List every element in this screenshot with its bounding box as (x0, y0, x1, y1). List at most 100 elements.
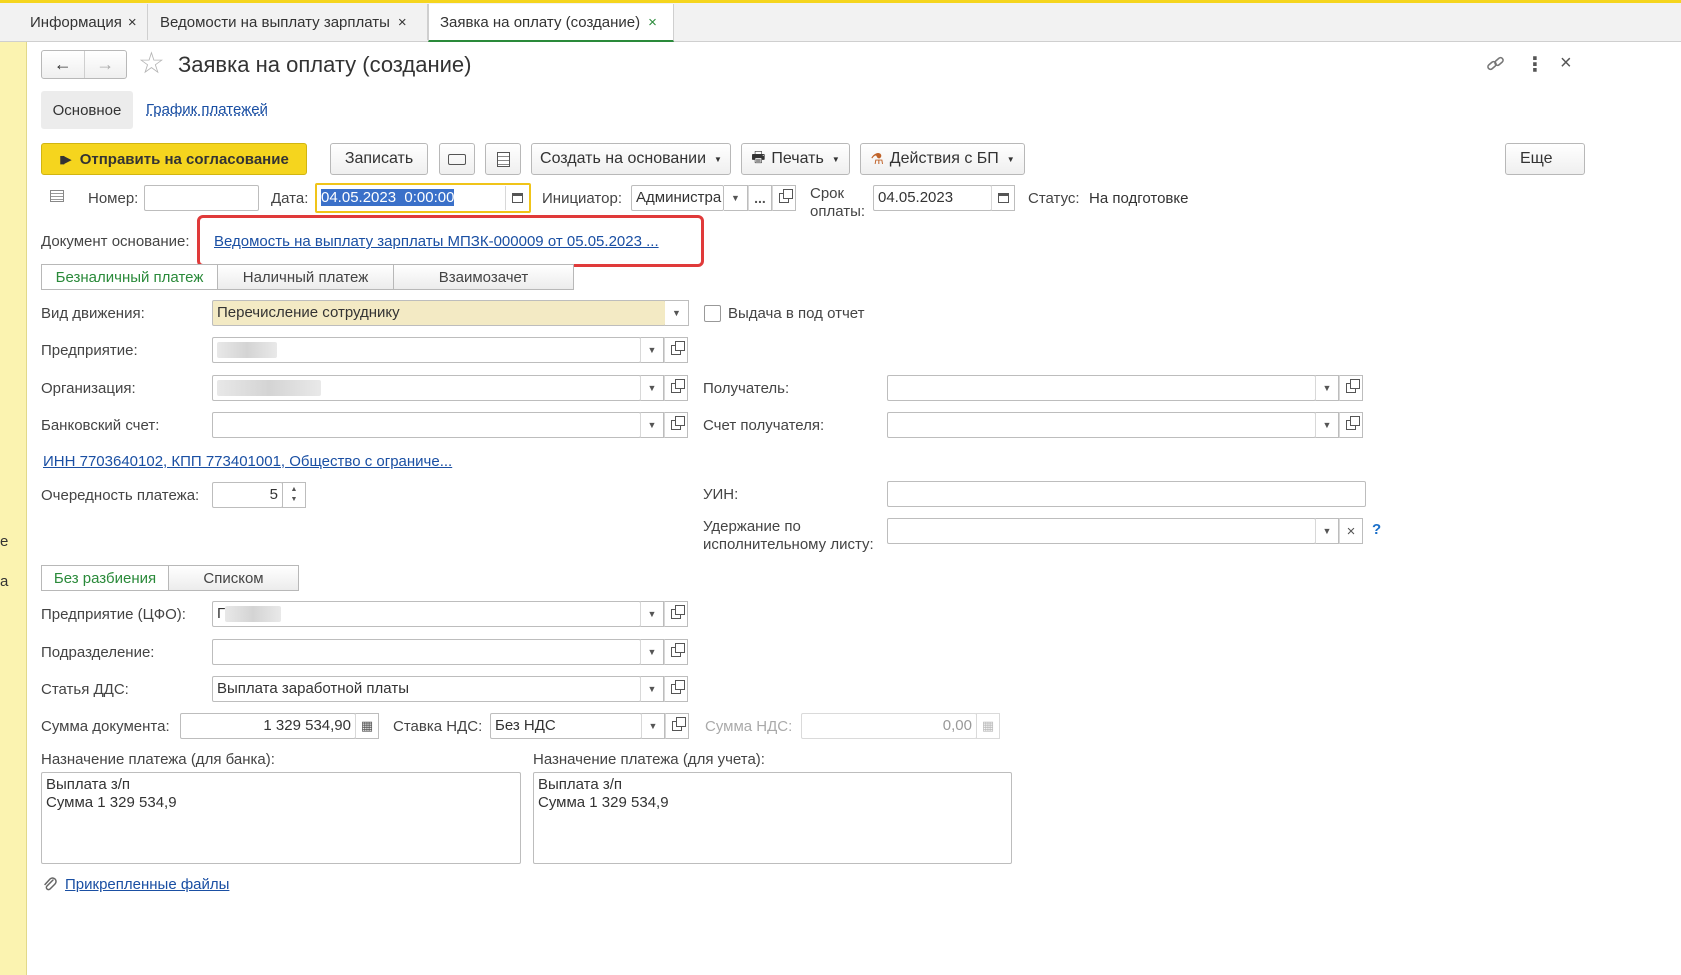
purpose-account-label: Назначение платежа (для учета): (533, 751, 765, 768)
uin-input[interactable] (887, 481, 1366, 507)
favorite-star-icon[interactable]: ☆ (138, 46, 165, 82)
bp-actions-button[interactable]: ⚗ Действия с БП ▼ (860, 143, 1025, 175)
advance-checkbox[interactable] (704, 305, 721, 322)
initiator-dropdown-button[interactable]: ▼ (724, 185, 748, 211)
journal-icon-button[interactable] (485, 143, 521, 175)
initiator-label: Инициатор: (542, 190, 622, 207)
close-icon[interactable]: × (648, 14, 657, 31)
recipient-dropdown-button[interactable]: ▼ (1315, 375, 1339, 401)
print-button[interactable]: 🖶 Печать ▼ (741, 143, 850, 175)
more-button[interactable]: Еще (1505, 143, 1585, 175)
department-open-button[interactable] (664, 639, 688, 665)
redacted-value (217, 380, 321, 397)
advance-label: Выдача в под отчет (728, 305, 865, 322)
priority-input[interactable]: 5 (212, 482, 283, 508)
due-date-input[interactable]: 04.05.2023 (873, 185, 992, 211)
close-icon[interactable]: × (398, 14, 407, 31)
basis-document-link[interactable]: Ведомость на выплату зарплаты МПЗК-00000… (214, 233, 659, 250)
enterprise-open-button[interactable] (664, 337, 688, 363)
tab-offset[interactable]: Взаимозачет (393, 264, 574, 290)
cfo-input[interactable]: Г (212, 601, 641, 627)
tab-list[interactable]: Списком (168, 565, 299, 591)
open-icon (671, 605, 685, 619)
tab-no-split[interactable]: Без разбиения (41, 565, 169, 591)
doc-list-icon[interactable] (50, 190, 64, 202)
department-dropdown-button[interactable]: ▼ (640, 639, 664, 665)
bank-account-dropdown-button[interactable]: ▼ (640, 412, 664, 438)
tab-cashless[interactable]: Безналичный платеж (41, 264, 218, 290)
post-icon (448, 153, 466, 165)
stepper-up-icon[interactable]: ▲ (291, 485, 298, 495)
movement-dropdown-button[interactable]: ▼ (665, 300, 689, 326)
help-icon[interactable]: ? (1372, 521, 1381, 538)
bank-account-label: Банковский счет: (41, 417, 160, 434)
stepper-down-icon[interactable]: ▼ (291, 495, 298, 505)
recipient-open-button[interactable] (1339, 375, 1363, 401)
organization-dropdown-button[interactable]: ▼ (640, 375, 664, 401)
close-window-icon[interactable]: × (1560, 52, 1572, 75)
number-input[interactable] (144, 185, 259, 211)
initiator-select-button[interactable]: ... (748, 185, 772, 211)
dds-open-button[interactable] (664, 676, 688, 702)
vat-rate-dropdown-button[interactable]: ▼ (641, 713, 665, 739)
open-icon (671, 379, 685, 393)
purpose-bank-label: Назначение платежа (для банка): (41, 751, 275, 768)
withholding-dropdown-button[interactable]: ▼ (1315, 518, 1339, 544)
tab-cash[interactable]: Наличный платеж (217, 264, 394, 290)
tab-payroll-statements[interactable]: Ведомости на выплату зарплаты × (148, 4, 428, 40)
form-tab-schedule[interactable]: График платежей (146, 101, 268, 118)
calendar-icon[interactable] (991, 185, 1015, 211)
post-icon-button[interactable] (439, 143, 475, 175)
page-title: Заявка на оплату (создание) (178, 52, 472, 77)
forward-button[interactable]: → (85, 51, 127, 78)
initiator-input[interactable]: Администра (631, 185, 724, 211)
inn-link[interactable]: ИНН 7703640102, КПП 773401001, Общество … (43, 453, 452, 470)
link-icon[interactable] (1486, 55, 1506, 73)
organization-input[interactable] (212, 375, 641, 401)
recipient-account-open-button[interactable] (1339, 412, 1363, 438)
recipient-input[interactable] (887, 375, 1316, 401)
dds-dropdown-button[interactable]: ▼ (640, 676, 664, 702)
department-input[interactable] (212, 639, 641, 665)
doc-sum-input[interactable]: 1 329 534,90 (180, 713, 356, 739)
open-icon (672, 717, 686, 731)
bank-account-input[interactable] (212, 412, 641, 438)
cfo-dropdown-button[interactable]: ▼ (640, 601, 664, 627)
organization-open-button[interactable] (664, 375, 688, 401)
calendar-icon[interactable] (505, 186, 529, 210)
redacted-value (225, 606, 282, 623)
tab-label: Информация (30, 13, 122, 31)
cfo-open-button[interactable] (664, 601, 688, 627)
create-based-on-button[interactable]: Создать на основании ▼ (531, 143, 731, 175)
open-icon (779, 189, 793, 203)
bank-account-open-button[interactable] (664, 412, 688, 438)
purpose-bank-textarea[interactable]: Выплата з/п Сумма 1 329 534,9 (41, 772, 521, 864)
date-input[interactable]: 04.05.2023 0:00:00 (315, 183, 531, 213)
vat-sum-label: Сумма НДС: (705, 718, 793, 735)
send-for-approval-button[interactable]: ▮▶ Отправить на согласование (41, 143, 307, 175)
calculator-icon[interactable]: ▦ (355, 713, 379, 739)
tab-label: Заявка на оплату (создание) (440, 13, 641, 31)
recipient-account-input[interactable] (887, 412, 1316, 438)
vat-rate-input[interactable]: Без НДС (490, 713, 642, 739)
organization-label: Организация: (41, 380, 136, 397)
priority-stepper[interactable]: ▲ ▼ (282, 482, 306, 508)
close-icon[interactable]: × (128, 14, 137, 31)
initiator-open-button[interactable] (772, 185, 796, 211)
vat-rate-open-button[interactable] (665, 713, 689, 739)
withholding-input[interactable] (887, 518, 1316, 544)
attached-files-link[interactable]: Прикрепленные файлы (65, 876, 229, 893)
movement-input[interactable]: Перечисление сотруднику (212, 300, 666, 326)
purpose-account-textarea[interactable]: Выплата з/п Сумма 1 329 534,9 (533, 772, 1012, 864)
form-tab-main[interactable]: Основное (41, 91, 133, 129)
dds-input[interactable]: Выплата заработной платы (212, 676, 641, 702)
withholding-clear-button[interactable]: × (1339, 518, 1363, 544)
tab-payment-request[interactable]: Заявка на оплату (создание) × (428, 4, 674, 42)
enterprise-input[interactable] (212, 337, 641, 363)
more-vertical-icon[interactable]: ⋮ (1525, 52, 1545, 77)
recipient-account-dropdown-button[interactable]: ▼ (1315, 412, 1339, 438)
tab-information[interactable]: Информация × (18, 4, 148, 40)
enterprise-dropdown-button[interactable]: ▼ (640, 337, 664, 363)
save-button[interactable]: Записать (330, 143, 428, 175)
back-button[interactable]: ← (42, 51, 85, 78)
